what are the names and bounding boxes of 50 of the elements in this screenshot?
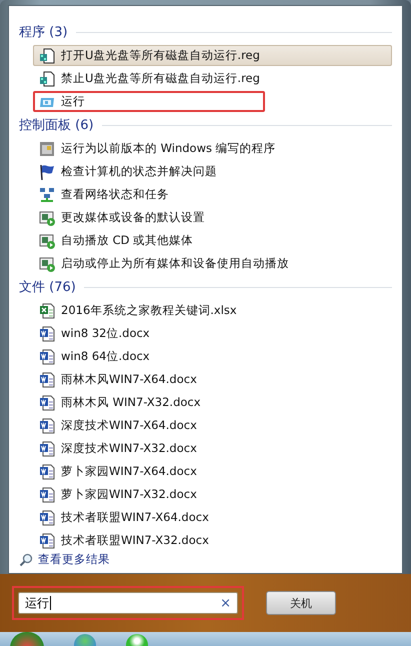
registry-file-icon xyxy=(39,48,55,64)
result-item[interactable]: 雨林木风 WIN7-X32.docx xyxy=(33,392,265,413)
autoplay-icon xyxy=(39,210,55,226)
search-field[interactable]: 运行 × xyxy=(18,592,238,614)
network-icon xyxy=(39,186,55,202)
spreadsheet-file-icon xyxy=(39,302,55,318)
document-file-icon xyxy=(39,348,55,364)
result-item[interactable]: 技术者联盟WIN7-X64.docx xyxy=(33,507,265,528)
document-file-icon xyxy=(39,418,55,434)
result-item[interactable]: win8 32位.docx xyxy=(33,323,265,344)
result-item[interactable]: 深度技术WIN7-X32.docx xyxy=(33,438,265,459)
result-item[interactable]: 深度技术WIN7-X64.docx xyxy=(33,415,265,436)
autoplay-icon xyxy=(39,232,55,248)
document-file-icon xyxy=(39,394,55,410)
see-more-results-link[interactable]: 查看更多结果 xyxy=(19,552,110,567)
result-item[interactable]: 禁止U盘光盘等所有磁盘自动运行.reg xyxy=(33,68,266,89)
result-item[interactable]: 雨林木风WIN7-X64.docx xyxy=(33,369,265,390)
document-file-icon xyxy=(39,440,55,456)
document-file-icon xyxy=(39,486,55,502)
group-heading: 程序 (3) xyxy=(19,24,68,41)
result-item[interactable]: 运行为以前版本的 Windows 编写的程序 xyxy=(33,138,282,159)
result-item[interactable]: 萝卜家园WIN7-X32.docx xyxy=(33,484,265,505)
result-item[interactable]: 萝卜家园WIN7-X64.docx xyxy=(33,461,265,482)
result-item[interactable]: win8 64位.docx xyxy=(33,346,265,367)
result-item[interactable]: 技术者联盟WIN7-X32.docx xyxy=(33,530,265,551)
document-file-icon xyxy=(39,510,55,526)
result-item[interactable]: 更改媒体或设备的默认设置 xyxy=(33,207,265,228)
document-file-icon xyxy=(39,326,55,342)
group-heading: 控制面板 (6) xyxy=(19,117,94,134)
clear-button[interactable]: × xyxy=(220,596,231,610)
result-item[interactable]: 启动或停止为所有媒体和设备使用自动播放 xyxy=(33,253,295,274)
shutdown-button[interactable]: 关机 xyxy=(266,591,336,615)
taskbar-app-icon[interactable] xyxy=(126,634,148,646)
document-file-icon xyxy=(39,372,55,388)
result-item[interactable]: 运行 xyxy=(33,91,265,112)
result-item[interactable]: 2016年系统之家教程关键词.xlsx xyxy=(33,300,265,321)
result-item[interactable]: 查看网络状态和任务 xyxy=(33,184,265,205)
result-item[interactable]: 自动播放 CD 或其他媒体 xyxy=(33,230,265,251)
search-icon xyxy=(19,552,33,566)
registry-file-icon xyxy=(39,70,55,86)
result-item[interactable]: 打开U盘光盘等所有磁盘自动运行.reg xyxy=(33,45,392,66)
program-window-icon xyxy=(39,140,55,156)
result-item[interactable]: 检查计算机的状态并解决问题 xyxy=(33,161,265,182)
flag-icon xyxy=(39,164,55,180)
document-file-icon xyxy=(39,532,55,548)
start-orb-icon[interactable] xyxy=(10,632,44,646)
group-heading: 文件 (76) xyxy=(19,279,76,296)
autoplay-icon xyxy=(39,256,55,272)
taskbar-app-icon[interactable] xyxy=(74,634,96,646)
document-file-icon xyxy=(39,464,55,480)
